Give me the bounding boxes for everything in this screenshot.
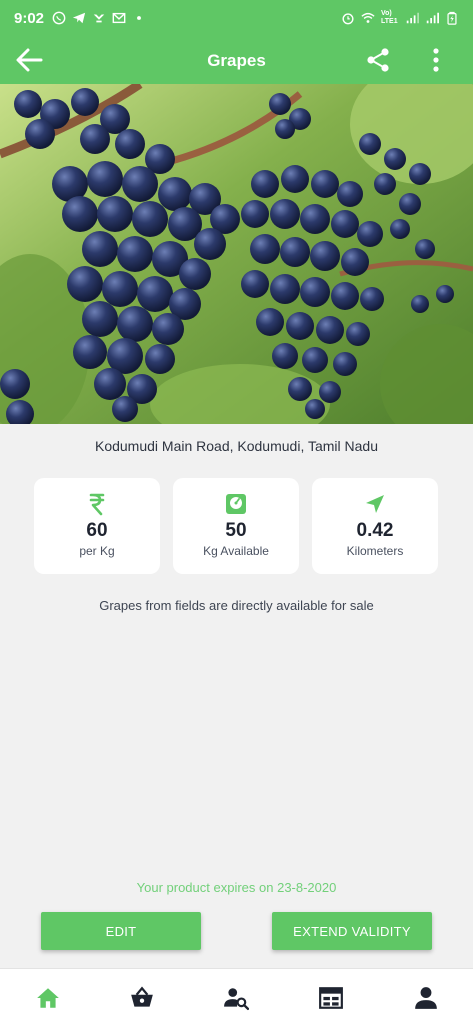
distance-value: 0.42	[356, 520, 394, 541]
expiry-notice: Your product expires on 23-8-2020	[136, 880, 337, 895]
home-icon[interactable]	[35, 985, 61, 1011]
whatsapp-icon	[52, 11, 66, 25]
dot-icon	[137, 16, 141, 20]
wifi-icon	[361, 12, 375, 23]
product-description: Grapes from fields are directly availabl…	[99, 598, 374, 613]
network-label: Vo) LTE1	[381, 10, 398, 25]
page-title: Grapes	[207, 51, 266, 70]
quantity-label: Kg Available	[203, 544, 269, 558]
status-time: 9:02	[14, 9, 45, 27]
scale-icon	[226, 494, 246, 514]
extend-validity-button[interactable]: EXTEND VALIDITY	[272, 912, 432, 950]
arrow-back-icon[interactable]	[14, 46, 44, 74]
signal-icon	[406, 12, 419, 24]
profile-icon[interactable]	[413, 985, 439, 1011]
telegram-icon	[72, 12, 86, 24]
quantity-card: 50 Kg Available	[173, 478, 299, 574]
navigation-icon	[366, 495, 384, 513]
gmail-icon	[112, 12, 126, 24]
price-label: per Kg	[79, 544, 115, 558]
edit-button[interactable]: EDIT	[41, 912, 201, 950]
price-card: 60 per Kg	[34, 478, 160, 574]
app-bar: Grapes	[0, 36, 473, 84]
distance-label: Kilometers	[346, 544, 404, 558]
notification-icons	[52, 11, 146, 25]
share-icon[interactable]	[365, 47, 391, 73]
calendar-icon[interactable]	[318, 985, 344, 1011]
app-icon	[93, 14, 105, 23]
bottom-nav	[0, 968, 473, 1024]
product-image	[0, 84, 473, 424]
status-bar: 9:02 Vo) LTE1	[0, 0, 473, 36]
distance-card: 0.42 Kilometers	[312, 478, 438, 574]
system-icons: Vo) LTE1	[341, 10, 459, 26]
basket-icon[interactable]	[129, 985, 155, 1011]
battery-icon	[447, 11, 457, 25]
rupee-icon	[89, 493, 105, 516]
more-vert-icon[interactable]	[424, 47, 448, 73]
signal-icon	[426, 12, 439, 24]
user-search-icon[interactable]	[223, 985, 249, 1011]
price-value: 60	[86, 520, 108, 541]
quantity-value: 50	[225, 520, 247, 541]
product-location: Kodumudi Main Road, Kodumudi, Tamil Nadu	[94, 438, 378, 454]
alarm-icon	[342, 13, 354, 25]
